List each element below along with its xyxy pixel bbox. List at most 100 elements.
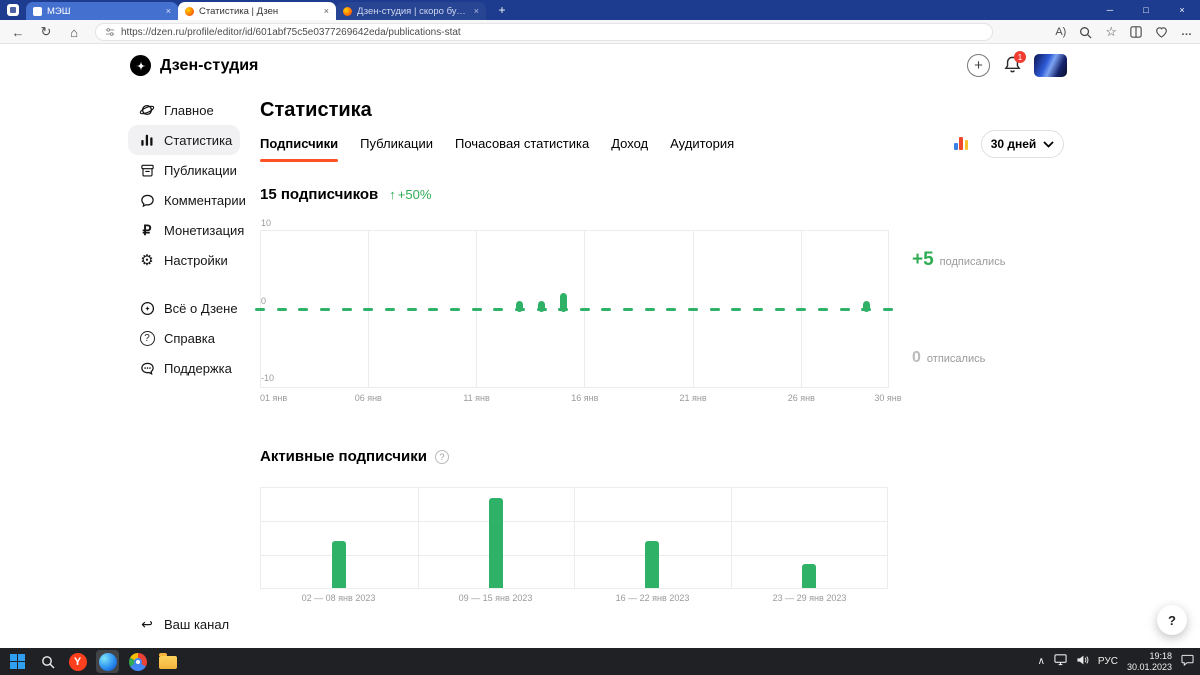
help-floating-button[interactable]: ?	[1157, 605, 1187, 635]
active-subscribers-bar	[332, 541, 347, 588]
zero-dash	[666, 307, 677, 311]
chart-icon-bar-yellow	[964, 140, 969, 150]
gridline	[261, 521, 887, 523]
chart-icon-bar-orange	[959, 137, 964, 150]
zero-dash	[883, 307, 893, 311]
tab-income[interactable]: Доход	[611, 136, 648, 162]
app-logo[interactable]: Дзен-студия	[130, 55, 258, 76]
sidebar-item-comments[interactable]: Комментарии	[128, 185, 246, 215]
taskbar-search-button[interactable]	[36, 650, 59, 673]
x-tick-label: 30 янв	[874, 393, 902, 403]
info-icon[interactable]: ?	[434, 449, 449, 464]
tab-subscribers[interactable]: Подписчики	[260, 136, 339, 162]
sidebar-item-settings[interactable]: ⚙ Настройки	[128, 245, 240, 275]
browser-tab-statistics[interactable]: Статистика | Дзен ×	[178, 2, 336, 20]
site-info-icon[interactable]	[105, 27, 115, 37]
read-aloud-icon[interactable]: A)	[1055, 26, 1066, 38]
maximize-button[interactable]: □	[1128, 0, 1164, 20]
chart-top-border	[260, 230, 888, 231]
browser-tab-studio[interactable]: Дзен-студия | скоро будет стр… ×	[336, 2, 486, 20]
zero-dash	[579, 307, 590, 311]
browser-tab-mesh[interactable]: МЭШ ×	[26, 2, 178, 20]
windows-logo-icon	[9, 653, 26, 670]
taskbar-app-yandex[interactable]: Y	[66, 650, 89, 673]
notification-center-icon[interactable]	[1181, 653, 1194, 671]
zero-dash	[363, 307, 374, 311]
week-label: 02 — 08 янв 2023	[301, 593, 376, 603]
sidebar-item-support[interactable]: Поддержка	[128, 353, 240, 383]
back-button[interactable]: ←	[6, 20, 30, 44]
sidebar-item-about-dzen[interactable]: Всё о Дзене	[128, 293, 240, 323]
close-tab-icon[interactable]: ×	[324, 6, 329, 16]
sidebar-item-statistics[interactable]: Статистика	[128, 125, 240, 155]
sidebar-item-monetization[interactable]: ₽ Монетизация	[128, 215, 245, 245]
taskbar-app-chrome[interactable]	[126, 650, 149, 673]
tab-hourly-statistics[interactable]: Почасовая статистика	[455, 136, 589, 162]
subscribers-chart-xlabels: 01 янв 06 янв 11 янв 16 янв 21 янв 26 янв 30 я…	[260, 393, 902, 405]
favorites-icon[interactable]: ☆	[1105, 24, 1117, 40]
dzen-favicon	[343, 6, 352, 16]
sidebar-item-main[interactable]: Главное	[128, 95, 240, 125]
zero-dash	[709, 307, 720, 311]
subscriber-bar	[516, 301, 524, 312]
zero-dash	[623, 307, 634, 311]
zero-dash	[384, 307, 395, 311]
browser-essentials-icon[interactable]	[1155, 26, 1168, 38]
sidebar-item-label: Настройки	[164, 252, 228, 268]
zoom-icon[interactable]	[1079, 26, 1092, 39]
zero-dash	[319, 307, 330, 311]
gear-icon: ⚙	[140, 252, 154, 269]
new-tab-button[interactable]: +	[494, 2, 510, 18]
clock[interactable]: 19:18 30.01.2023	[1127, 651, 1172, 672]
taskbar-apps: Y	[6, 648, 179, 675]
chart-bottom-border	[260, 387, 888, 388]
planet-icon	[138, 102, 156, 118]
close-tab-icon[interactable]: ×	[474, 6, 479, 16]
active-subscribers-bar	[645, 541, 660, 588]
reload-button[interactable]: ↻	[34, 20, 58, 44]
volume-icon[interactable]	[1076, 653, 1089, 671]
close-window-button[interactable]: ×	[1164, 0, 1200, 20]
dzen-studio-page: Дзен-студия + 1 Главное Статистика Публи…	[0, 44, 1200, 648]
active-subscribers-bar	[488, 498, 503, 588]
sidebar-item-your-channel[interactable]: ↩ Ваш канал	[128, 609, 240, 639]
language-indicator[interactable]: РУС	[1098, 656, 1118, 667]
tab-audience[interactable]: Аудитория	[670, 136, 734, 162]
close-tab-icon[interactable]: ×	[166, 6, 171, 16]
tab-search-icon[interactable]	[7, 4, 19, 16]
speech-bubble-icon	[138, 193, 156, 208]
period-selector-button[interactable]: 30 дней	[981, 130, 1064, 158]
more-menu-icon[interactable]: …	[1181, 26, 1192, 38]
chart-icon-bar-blue	[954, 143, 958, 150]
sidebar-item-help[interactable]: ? Справка	[128, 323, 240, 353]
gained-subscribers: +5 подписались	[912, 249, 1005, 271]
zero-dash	[839, 307, 850, 311]
minimize-button[interactable]: ─	[1092, 0, 1128, 20]
x-tick-label: 21 янв	[679, 393, 707, 403]
subscribers-headline: 15 подписчиков ↑ +50%	[260, 186, 431, 203]
profile-avatar[interactable]	[1034, 54, 1067, 77]
notifications-button[interactable]: 1	[1003, 51, 1026, 75]
chrome-icon	[128, 652, 147, 671]
zero-dash	[731, 307, 742, 311]
address-bar[interactable]: https://dzen.ru/profile/editor/id/601abf…	[95, 23, 993, 41]
hidden-icons-chevron[interactable]: ∧	[1038, 656, 1045, 667]
network-icon[interactable]	[1054, 653, 1067, 671]
home-button[interactable]: ⌂	[62, 20, 86, 44]
taskbar-app-browser-active[interactable]	[96, 650, 119, 673]
bar-chart-icon	[138, 133, 156, 147]
question-circle-icon: ?	[138, 330, 156, 346]
week-label: 16 — 22 янв 2023	[615, 593, 690, 603]
create-post-button[interactable]: +	[967, 54, 990, 77]
zero-dash	[276, 307, 287, 311]
y-tick-label: -10	[261, 373, 275, 383]
sidebar-item-publications[interactable]: Публикации	[128, 155, 240, 185]
colored-chart-icon[interactable]	[954, 136, 971, 150]
chevron-down-icon	[1043, 140, 1054, 148]
tab-publications[interactable]: Публикации	[360, 136, 433, 162]
x-tick-label: 06 янв	[354, 393, 382, 403]
start-button[interactable]	[6, 650, 29, 673]
up-arrow-icon: ↑	[389, 187, 396, 202]
taskbar-app-explorer[interactable]	[156, 650, 179, 673]
split-screen-icon[interactable]	[1130, 26, 1142, 38]
